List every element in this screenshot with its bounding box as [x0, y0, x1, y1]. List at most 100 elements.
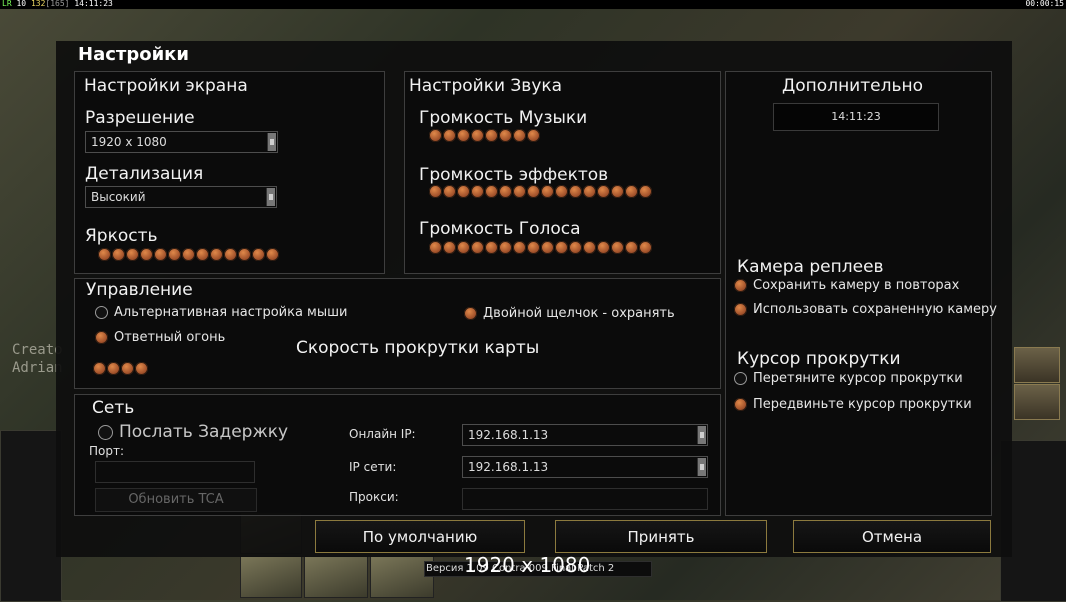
slider-notch-icon[interactable] — [513, 241, 526, 254]
slider-notch-icon[interactable] — [513, 185, 526, 198]
drag-cursor-option[interactable]: Перетяните курсор прокрутки — [734, 371, 963, 386]
dropdown-arrow-icon[interactable] — [266, 188, 275, 206]
background-creator-line1: Creato — [12, 342, 63, 358]
slider-notch-icon[interactable] — [443, 129, 456, 142]
slider-notch-icon[interactable] — [154, 248, 167, 261]
alt-mouse-radio[interactable] — [95, 306, 108, 319]
slider-notch-icon[interactable] — [583, 185, 596, 198]
slider-notch-icon[interactable] — [583, 241, 596, 254]
slider-notch-icon[interactable] — [443, 185, 456, 198]
online-ip-dropdown[interactable]: 192.168.1.13 — [462, 424, 708, 446]
slider-notch-icon[interactable] — [140, 248, 153, 261]
use-saved-camera-option[interactable]: Использовать сохраненную камеру — [734, 302, 997, 317]
alt-mouse-option[interactable]: Альтернативная настройка мыши — [95, 305, 347, 320]
slider-notch-icon[interactable] — [457, 129, 470, 142]
slider-notch-icon[interactable] — [457, 185, 470, 198]
slider-notch-icon[interactable] — [443, 241, 456, 254]
slider-notch-icon[interactable] — [541, 241, 554, 254]
accept-button[interactable]: Принять — [555, 520, 767, 553]
send-delay-label: Послать Задержку — [119, 422, 289, 442]
slider-notch-icon[interactable] — [527, 241, 540, 254]
return-fire-option[interactable]: Ответный огонь — [95, 330, 225, 345]
slider-notch-icon[interactable] — [471, 185, 484, 198]
slider-notch-icon[interactable] — [98, 248, 111, 261]
unit-portrait-icon — [1014, 384, 1060, 420]
double-click-radio[interactable] — [464, 307, 477, 320]
send-delay-radio[interactable] — [98, 424, 113, 440]
voice-volume-slider[interactable] — [429, 241, 652, 254]
slider-notch-icon[interactable] — [196, 248, 209, 261]
slider-notch-icon[interactable] — [639, 185, 652, 198]
slider-notch-icon[interactable] — [485, 129, 498, 142]
resolution-dropdown[interactable]: 1920 x 1080 — [85, 131, 278, 153]
music-volume-slider[interactable] — [429, 129, 540, 142]
detail-dropdown[interactable]: Высокий — [85, 186, 277, 208]
use-saved-camera-radio[interactable] — [734, 303, 747, 316]
slider-notch-icon[interactable] — [555, 241, 568, 254]
double-click-option[interactable]: Двойной щелчок - охранять — [464, 306, 675, 321]
slider-notch-icon[interactable] — [126, 248, 139, 261]
update-tca-button[interactable]: Обновить TCA — [95, 488, 257, 512]
slider-notch-icon[interactable] — [625, 241, 638, 254]
lan-ip-dropdown[interactable]: 192.168.1.13 — [462, 456, 708, 478]
dropdown-arrow-icon[interactable] — [697, 426, 706, 444]
slider-notch-icon[interactable] — [210, 248, 223, 261]
slider-notch-icon[interactable] — [457, 241, 470, 254]
brightness-slider[interactable] — [98, 248, 279, 261]
proxy-input[interactable] — [462, 488, 708, 510]
dropdown-arrow-icon[interactable] — [697, 458, 706, 476]
send-delay-option[interactable]: Послать Задержку — [98, 422, 288, 442]
slider-notch-icon[interactable] — [555, 185, 568, 198]
slider-notch-icon[interactable] — [611, 185, 624, 198]
save-camera-radio[interactable] — [734, 279, 747, 292]
move-cursor-radio[interactable] — [734, 398, 747, 411]
slider-notch-icon[interactable] — [135, 362, 148, 375]
hud-stats: LR 10 132[165] 14:11:23 — [2, 0, 113, 8]
default-button[interactable]: По умолчанию — [315, 520, 525, 553]
slider-notch-icon[interactable] — [569, 185, 582, 198]
slider-notch-icon[interactable] — [541, 185, 554, 198]
slider-notch-icon[interactable] — [182, 248, 195, 261]
move-cursor-option[interactable]: Передвиньте курсор прокрутки — [734, 397, 972, 412]
slider-notch-icon[interactable] — [429, 129, 442, 142]
slider-notch-icon[interactable] — [471, 129, 484, 142]
slider-notch-icon[interactable] — [527, 185, 540, 198]
network-title: Сеть — [92, 398, 135, 418]
slider-notch-icon[interactable] — [611, 241, 624, 254]
drag-cursor-radio[interactable] — [734, 372, 747, 385]
slider-notch-icon[interactable] — [499, 241, 512, 254]
sound-settings-title: Настройки Звука — [409, 76, 563, 96]
slider-notch-icon[interactable] — [429, 185, 442, 198]
slider-notch-icon[interactable] — [625, 185, 638, 198]
slider-notch-icon[interactable] — [485, 185, 498, 198]
slider-notch-icon[interactable] — [499, 129, 512, 142]
port-input[interactable] — [95, 461, 255, 483]
slider-notch-icon[interactable] — [93, 362, 106, 375]
slider-notch-icon[interactable] — [597, 185, 610, 198]
slider-notch-icon[interactable] — [569, 241, 582, 254]
slider-notch-icon[interactable] — [527, 129, 540, 142]
save-camera-option[interactable]: Сохранить камеру в повторах — [734, 278, 959, 293]
effects-volume-slider[interactable] — [429, 185, 652, 198]
slider-notch-icon[interactable] — [471, 241, 484, 254]
slider-notch-icon[interactable] — [112, 248, 125, 261]
alt-mouse-label: Альтернативная настройка мыши — [114, 305, 348, 320]
slider-notch-icon[interactable] — [121, 362, 134, 375]
cancel-button[interactable]: Отмена — [793, 520, 991, 553]
slider-notch-icon[interactable] — [107, 362, 120, 375]
slider-notch-icon[interactable] — [513, 129, 526, 142]
return-fire-radio[interactable] — [95, 331, 108, 344]
slider-notch-icon[interactable] — [639, 241, 652, 254]
dropdown-arrow-icon[interactable] — [267, 133, 276, 151]
controls-title: Управление — [86, 280, 193, 300]
slider-notch-icon[interactable] — [429, 241, 442, 254]
slider-notch-icon[interactable] — [499, 185, 512, 198]
slider-notch-icon[interactable] — [238, 248, 251, 261]
slider-notch-icon[interactable] — [597, 241, 610, 254]
slider-notch-icon[interactable] — [252, 248, 265, 261]
slider-notch-icon[interactable] — [266, 248, 279, 261]
slider-notch-icon[interactable] — [168, 248, 181, 261]
scroll-speed-slider[interactable] — [93, 362, 148, 375]
slider-notch-icon[interactable] — [224, 248, 237, 261]
slider-notch-icon[interactable] — [485, 241, 498, 254]
